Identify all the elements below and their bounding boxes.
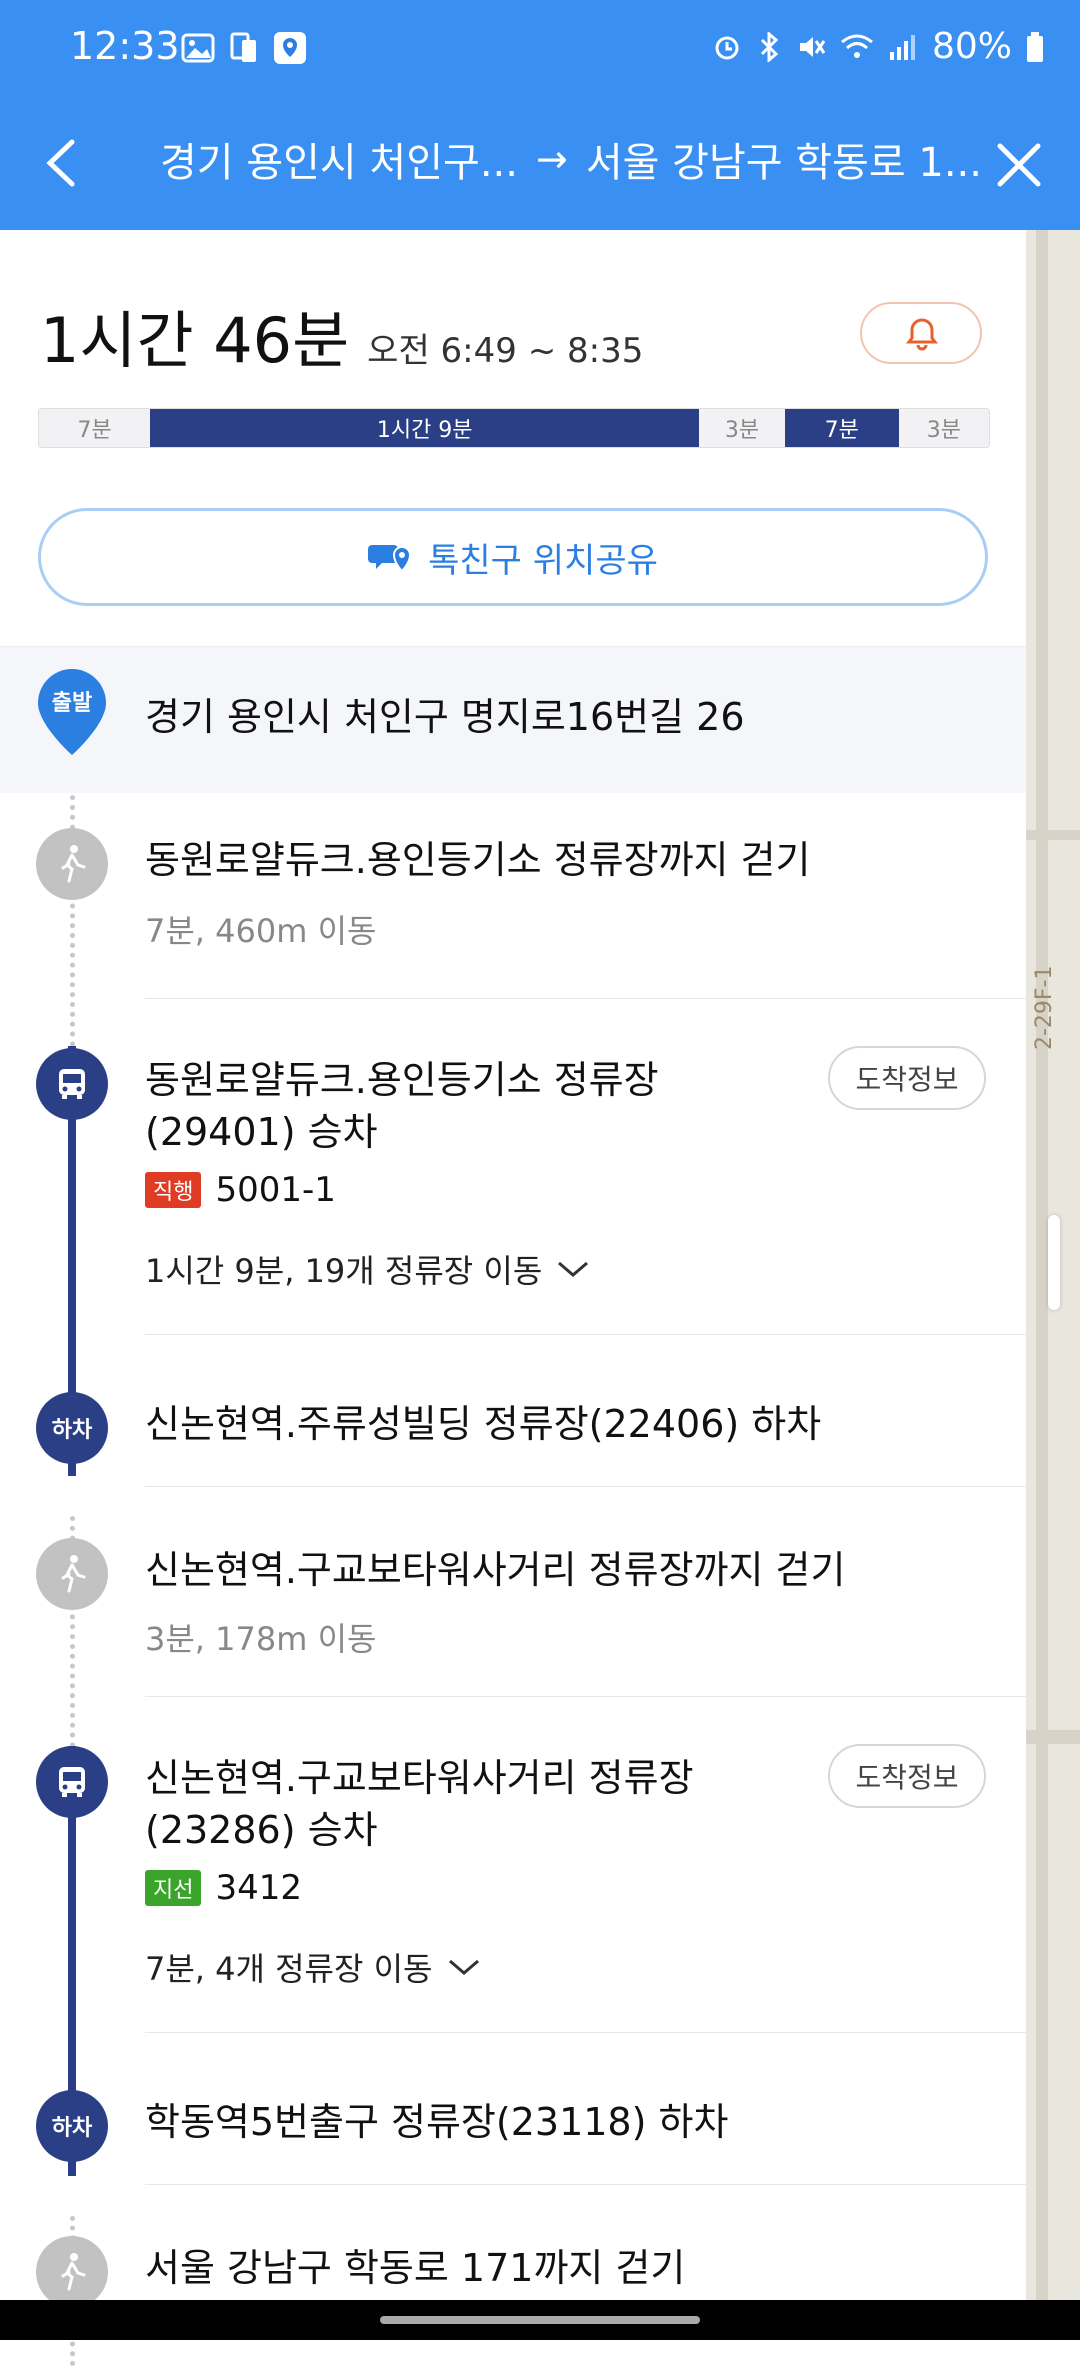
alight1-title[interactable]: 신논현역.주류성빌딩 정류장(22406) 하차: [145, 1398, 821, 1450]
bluetooth-icon: [760, 31, 779, 62]
walk1-subtitle: 7분, 460m 이동: [145, 912, 377, 950]
walking-person-icon: [61, 845, 86, 883]
stops-expand-toggle[interactable]: 1시간 9분, 19개 정류장 이동: [145, 1246, 590, 1292]
time-segment-walk: 7분: [39, 409, 151, 447]
alarm-button[interactable]: [860, 302, 982, 364]
board2-title-line1[interactable]: 신논현역.구교보타워사거리 정류장: [145, 1752, 694, 1804]
bus-route-info[interactable]: 지선 3412: [145, 1868, 302, 1908]
alight-node: 하차: [36, 2090, 108, 2162]
time-segment-bus: 7분: [784, 409, 899, 447]
map-label: 2-29F-1: [1032, 965, 1057, 1050]
walk-node: [36, 1538, 108, 1610]
wifi-icon: [841, 34, 873, 58]
stops-expand-toggle[interactable]: 7분, 4개 정류장 이동: [145, 1944, 481, 1990]
route-detail-panel: 1시간 46분 오전 6:49 ~ 8:35 7분 1시간 9분 3분 7분 3분 톡친…: [0, 230, 1026, 2366]
walking-person-icon: [61, 2253, 86, 2291]
status-time: 12:33: [70, 24, 180, 68]
route-title[interactable]: 경기 용인시 처인구... → 서울 강남구 학동로 1...: [160, 130, 982, 188]
bus-icon: [59, 1767, 85, 1797]
bell-icon: [906, 318, 938, 351]
time-range: 오전 6:49 ~ 8:35: [367, 331, 644, 371]
alarm-icon: [715, 36, 739, 59]
route-header: 경기 용인시 처인구... → 서울 강남구 학동로 1...: [0, 100, 1080, 230]
board1-title-line1[interactable]: 동원로얄듀크.용인등기소 정류장: [145, 1054, 659, 1106]
branch-badge: 지선: [145, 1870, 202, 1906]
stops-summary: 7분, 4개 정류장 이동: [145, 1950, 433, 1988]
bus-route-info[interactable]: 직행 5001-1: [145, 1170, 336, 1210]
chevron-down-icon: [558, 1261, 589, 1277]
arrival-info-button[interactable]: 도착정보: [828, 1046, 986, 1110]
start-badge: 출발: [51, 691, 93, 716]
alight-node: 하차: [36, 1392, 108, 1464]
destination-label: 서울 강남구 학동로 1...: [585, 140, 982, 186]
time-segment-walk: 3분: [898, 409, 989, 447]
walk1-title[interactable]: 동원로얄듀크.용인등기소 정류장까지 걷기: [145, 834, 811, 886]
divider: [145, 2184, 1026, 2185]
walk2-title[interactable]: 신논현역.구교보타워사거리 정류장까지 걷기: [145, 1544, 845, 1596]
board1-title-line2[interactable]: (29401) 승차: [145, 1106, 378, 1158]
total-time: 1시간 46분: [40, 304, 350, 377]
bus-number: 5001-1: [215, 1170, 336, 1210]
phone-copy-icon: [230, 32, 256, 62]
divider: [145, 1696, 1026, 1697]
gallery-icon: [181, 33, 215, 63]
divider: [145, 2032, 1026, 2033]
battery-percent: 80%: [931, 26, 1012, 67]
stops-summary: 1시간 9분, 19개 정류장 이동: [145, 1252, 543, 1290]
alight2-title[interactable]: 학동역5번출구 정류장(23118) 하차: [145, 2096, 728, 2148]
location-share-button[interactable]: 톡친구 위치공유: [38, 508, 988, 606]
express-badge: 직행: [145, 1172, 202, 1208]
share-label: 톡친구 위치공유: [428, 540, 658, 581]
time-breakdown-bar: 7분 1시간 9분 3분 7분 3분: [38, 408, 990, 448]
scrollbar-thumb[interactable]: [1048, 1215, 1060, 1310]
navigation-bar: [0, 2300, 1080, 2340]
divider: [145, 998, 1026, 999]
walk-node: [36, 828, 108, 900]
walk-node: [36, 2236, 108, 2308]
route-arrow: →: [535, 137, 568, 181]
bus-board-node: [36, 1048, 108, 1120]
step-start[interactable]: 출발 경기 용인시 처인구 명지로16번길 26: [0, 646, 1026, 793]
chat-location-icon: [368, 545, 412, 573]
home-indicator[interactable]: [380, 2316, 700, 2324]
map-app-icon: [274, 32, 306, 64]
close-icon[interactable]: [984, 130, 1054, 200]
walk3-title[interactable]: 서울 강남구 학동로 171까지 걷기: [145, 2242, 685, 2294]
board2-title-line2[interactable]: (23286) 승차: [145, 1804, 378, 1856]
bus-icon: [59, 1069, 85, 1099]
divider: [145, 1334, 1026, 1335]
signal-icon: [889, 34, 915, 60]
bus-board-node: [36, 1746, 108, 1818]
battery-icon: [1027, 31, 1043, 62]
mute-icon: [799, 36, 826, 57]
walking-person-icon: [61, 1555, 86, 1593]
system-status: 80%: [712, 26, 1044, 67]
back-arrow-icon[interactable]: [28, 128, 98, 198]
time-segment-walk: 3분: [699, 409, 785, 447]
arrival-info-button[interactable]: 도착정보: [828, 1744, 986, 1808]
route-summary: 1시간 46분 오전 6:49 ~ 8:35: [40, 290, 643, 380]
chevron-down-icon: [448, 1959, 479, 1975]
origin-label: 경기 용인시 처인구...: [160, 140, 518, 186]
walk2-subtitle: 3분, 178m 이동: [145, 1620, 377, 1658]
start-address: 경기 용인시 처인구 명지로16번길 26: [145, 695, 745, 739]
bus-number: 3412: [215, 1868, 303, 1908]
time-segment-bus: 1시간 9분: [150, 409, 700, 447]
status-bar: 12:33 80%: [0, 0, 1080, 100]
divider: [145, 1486, 1026, 1487]
notification-icons: [180, 30, 308, 66]
